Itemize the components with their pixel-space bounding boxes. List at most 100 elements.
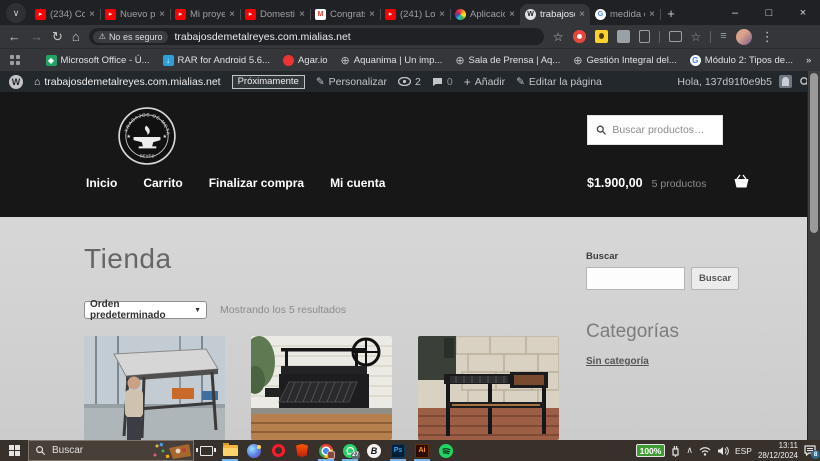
- tab-close-icon[interactable]: ×: [439, 9, 445, 20]
- customize-link[interactable]: ✎ Personalizar: [316, 76, 387, 88]
- wp-avatar[interactable]: [779, 75, 792, 88]
- paint3d-icon[interactable]: [242, 440, 266, 461]
- product-image-parrilla[interactable]: [251, 336, 392, 440]
- edit-page-link[interactable]: ✎ Editar la página: [516, 76, 602, 88]
- tab-close-icon[interactable]: ×: [509, 9, 515, 20]
- tab-close-icon[interactable]: ×: [159, 9, 165, 20]
- close-button[interactable]: ×: [786, 0, 820, 25]
- usb-icon[interactable]: [671, 445, 680, 457]
- reload-button[interactable]: ↻: [52, 30, 63, 43]
- browser-tab[interactable]: ▸ Domestik ×: [240, 4, 310, 25]
- b-app-icon[interactable]: B: [362, 440, 386, 461]
- battery-indicator[interactable]: 100%: [636, 444, 666, 457]
- volume-icon[interactable]: [717, 446, 729, 456]
- browser-tab[interactable]: ▸ Mi proye ×: [170, 4, 240, 25]
- forward-button[interactable]: →: [30, 30, 43, 43]
- comments-indicator[interactable]: 0: [432, 76, 453, 88]
- apps-grid-icon[interactable]: [10, 55, 20, 65]
- extension-yellow-icon[interactable]: [595, 30, 608, 43]
- home-button[interactable]: ⌂: [72, 30, 80, 43]
- cart-summary[interactable]: $1.900,00 5 productos: [587, 176, 706, 190]
- back-button[interactable]: ←: [8, 30, 21, 43]
- photoshop-icon[interactable]: Ps: [386, 440, 410, 461]
- tab-close-icon[interactable]: ×: [229, 9, 235, 20]
- media-controls-icon[interactable]: ≡: [720, 30, 726, 43]
- clock[interactable]: 13:11 28/12/2024: [758, 441, 798, 461]
- file-explorer-icon[interactable]: [218, 440, 242, 461]
- coming-soon-badge[interactable]: Próximamente: [232, 75, 305, 89]
- chrome-icon[interactable]: [314, 440, 338, 461]
- page-scrollbar[interactable]: [807, 71, 820, 440]
- nav-item-mi-cuenta[interactable]: Mi cuenta: [330, 176, 385, 190]
- bookmark-item[interactable]: Agar.io: [283, 55, 328, 66]
- maximize-button[interactable]: □: [752, 0, 786, 25]
- menu-icon[interactable]: ⋮: [761, 30, 774, 43]
- wp-greeting[interactable]: Hola, 137d91f0e9b5: [677, 76, 772, 88]
- scrollbar-thumb[interactable]: [810, 73, 818, 233]
- tab-search-button[interactable]: ∨: [6, 3, 26, 23]
- bookmark-item[interactable]: ◆ Microsoft Office - Ú...: [46, 55, 150, 66]
- nav-item-finalizar-compra[interactable]: Finalizar compra: [209, 176, 304, 190]
- cart-basket-icon[interactable]: [733, 174, 750, 194]
- extension-red-icon[interactable]: [573, 30, 586, 43]
- taskbar-search[interactable]: Buscar: [28, 440, 194, 461]
- product-image-grill-table[interactable]: [418, 336, 559, 440]
- bookmark-item[interactable]: ↓ RAR for Android 5.6...: [163, 55, 270, 66]
- browser-tab[interactable]: Aplicacio ×: [450, 4, 520, 25]
- tray-chevron-icon[interactable]: ∧: [686, 445, 693, 456]
- sort-select[interactable]: Orden predeterminado ▼: [84, 301, 207, 319]
- tab-title: (241) Los: [400, 9, 435, 20]
- task-view-icon[interactable]: [194, 440, 218, 461]
- tab-close-icon[interactable]: ×: [579, 9, 585, 20]
- brave-icon[interactable]: [290, 440, 314, 461]
- start-button[interactable]: [0, 440, 28, 461]
- minimize-button[interactable]: –: [718, 0, 752, 25]
- browser-tab[interactable]: ▸ (241) Los ×: [380, 4, 450, 25]
- opera-icon[interactable]: [266, 440, 290, 461]
- clipboard-extension-icon[interactable]: [639, 30, 650, 43]
- whatsapp-icon[interactable]: 27: [338, 440, 362, 461]
- browser-tab[interactable]: M Congrats ×: [310, 4, 380, 25]
- tab-close-icon[interactable]: ×: [89, 9, 95, 20]
- tab-close-icon[interactable]: ×: [649, 9, 655, 20]
- nav-item-inicio[interactable]: Inicio: [86, 176, 117, 190]
- product-image-kiosk[interactable]: [84, 336, 225, 440]
- browser-tab[interactable]: G medida e ×: [590, 4, 660, 25]
- sidebar-search-button[interactable]: Buscar: [691, 267, 739, 290]
- bookmark-item[interactable]: ⊕ Gestión Integral del...: [573, 54, 677, 67]
- nav-item-carrito[interactable]: Carrito: [143, 176, 182, 190]
- network-icon[interactable]: [699, 446, 711, 456]
- spotify-icon[interactable]: [434, 440, 458, 461]
- bookmark-item[interactable]: G Módulo 2: Tipos de...: [690, 55, 793, 66]
- views-indicator[interactable]: 2: [398, 76, 421, 88]
- browser-window: ∨ ▸ (234) Con × ▸ Nuevo pr × ▸ Mi proye …: [0, 0, 820, 461]
- tab-close-icon[interactable]: ×: [369, 9, 375, 20]
- tab-close-icon[interactable]: ×: [299, 9, 305, 20]
- extension-gray-icon[interactable]: [617, 30, 630, 43]
- language-indicator[interactable]: ESP: [735, 446, 752, 456]
- bookmark-star-icon[interactable]: ☆: [553, 31, 564, 43]
- bookmarks-overflow-icon[interactable]: »: [806, 55, 811, 66]
- product-search-input[interactable]: [612, 124, 714, 136]
- sidebar-search-input[interactable]: [586, 267, 685, 290]
- profile-avatar[interactable]: [736, 29, 752, 45]
- extension-star-icon[interactable]: ☆: [691, 30, 702, 43]
- side-panel-icon[interactable]: [669, 31, 682, 42]
- product-search-box[interactable]: [587, 115, 723, 145]
- address-bar[interactable]: ⚠ No es seguro trabajosdemetalreyes.com.…: [89, 28, 544, 45]
- new-tab-button[interactable]: +: [660, 3, 682, 24]
- wp-site-link[interactable]: ⌂ trabajosdemetalreyes.com.mialias.net: [34, 76, 221, 88]
- add-new-link[interactable]: + Añadir: [464, 75, 505, 89]
- illustrator-icon[interactable]: Ai: [410, 440, 434, 461]
- bookmark-item[interactable]: ⊕ Sala de Prensa | Aq...: [455, 54, 560, 67]
- security-chip[interactable]: ⚠ No es seguro: [93, 31, 169, 43]
- browser-tab[interactable]: ▸ Nuevo pr ×: [100, 4, 170, 25]
- bookmark-item[interactable]: ⊕ Aquanima | Un imp...: [341, 54, 443, 67]
- browser-tab[interactable]: ▸ (234) Con ×: [30, 4, 100, 25]
- notification-icon[interactable]: 8: [804, 445, 816, 456]
- site-logo[interactable]: TRABAJOS DE METAL ★ ★ REYES: [116, 105, 178, 172]
- browser-tab-active[interactable]: W trabajosd ×: [520, 4, 590, 25]
- wordpress-logo-icon[interactable]: W: [9, 75, 23, 89]
- notification-badge: 8: [811, 450, 820, 459]
- category-link[interactable]: Sin categoría: [586, 356, 649, 367]
